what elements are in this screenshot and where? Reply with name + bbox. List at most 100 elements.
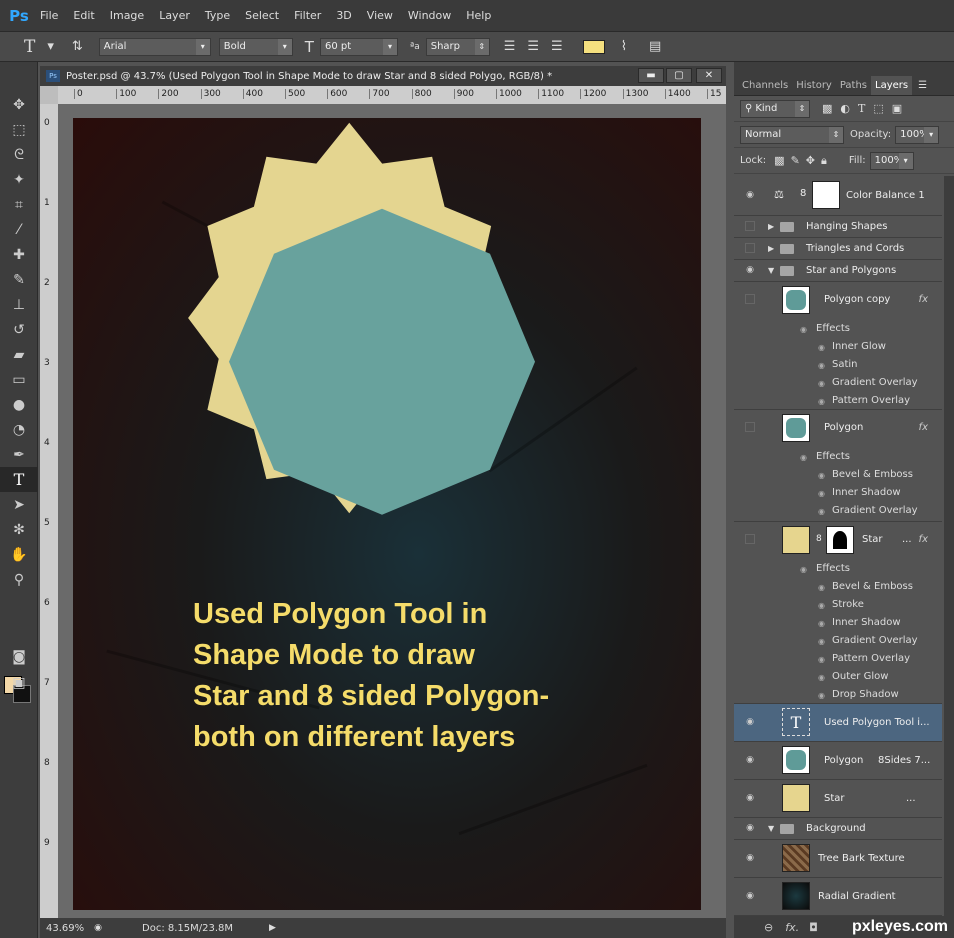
- text-orientation-icon[interactable]: ⇅: [72, 39, 83, 54]
- effect-item[interactable]: Gradient Overlay: [832, 505, 918, 516]
- visibility-eye-icon[interactable]: ◉: [744, 265, 756, 275]
- visibility-eye-icon[interactable]: ◉: [744, 755, 756, 765]
- link-layers-icon[interactable]: ⊖: [764, 921, 773, 934]
- ruler-origin[interactable]: [40, 86, 58, 104]
- tab-history[interactable]: History: [792, 76, 836, 95]
- layer-polygon-8sides[interactable]: ◉ Polygon 8Sides 7...: [734, 742, 942, 780]
- screen-mode-icon[interactable]: ▣: [0, 670, 38, 695]
- lasso-tool-icon[interactable]: ᘓ: [0, 142, 38, 167]
- marquee-tool-icon[interactable]: ⬚: [0, 117, 38, 142]
- visibility-eye-icon[interactable]: ◉: [744, 823, 756, 833]
- collapse-arrow-icon[interactable]: ▼: [768, 824, 774, 833]
- dodge-tool-icon[interactable]: ◔: [0, 417, 38, 442]
- octagon-polygon-shape[interactable]: [229, 208, 535, 515]
- align-center-icon[interactable]: ☰: [527, 39, 539, 54]
- eyedropper-tool-icon[interactable]: ⁄: [0, 217, 38, 242]
- effect-visibility-icon[interactable]: ◉: [800, 453, 807, 462]
- effect-visibility-icon[interactable]: ◉: [818, 343, 825, 352]
- warp-text-icon[interactable]: ⌇: [621, 39, 627, 54]
- effect-item[interactable]: Inner Shadow: [832, 487, 901, 498]
- hand-tool-icon[interactable]: ✋: [0, 542, 38, 567]
- layer-text-selected[interactable]: ◉ T Used Polygon Tool i...: [734, 704, 942, 742]
- dropdown-arrow-icon[interactable]: ▾: [47, 39, 54, 54]
- layer-thumbnail[interactable]: [782, 746, 810, 774]
- layer-color-balance[interactable]: ◉ ⚖ 8 Color Balance 1: [734, 176, 942, 216]
- menu-window[interactable]: Window: [408, 9, 451, 22]
- maximize-icon[interactable]: ▢: [666, 68, 692, 83]
- poster-text-block[interactable]: Used Polygon Tool in Shape Mode to draw …: [193, 594, 693, 758]
- brush-tool-icon[interactable]: ✎: [0, 267, 38, 292]
- clone-stamp-tool-icon[interactable]: ⊥: [0, 292, 38, 317]
- vector-mask-thumbnail[interactable]: [826, 526, 854, 554]
- crop-tool-icon[interactable]: ⌗: [0, 192, 38, 217]
- tab-paths[interactable]: Paths: [836, 76, 871, 95]
- effect-item[interactable]: Satin: [832, 359, 858, 370]
- effect-visibility-icon[interactable]: ◉: [818, 673, 825, 682]
- expand-arrow-icon[interactable]: ▶: [768, 244, 774, 253]
- visibility-toggle[interactable]: [745, 294, 755, 304]
- effect-item[interactable]: Stroke: [832, 599, 864, 610]
- opacity-input[interactable]: 100% ▾: [895, 125, 940, 144]
- type-layer-thumbnail[interactable]: T: [782, 708, 810, 736]
- quick-mask-icon[interactable]: ◙: [0, 644, 38, 669]
- layers-scrollbar[interactable]: [944, 176, 954, 916]
- add-style-icon[interactable]: fx.: [785, 921, 799, 934]
- layer-tree-bark[interactable]: ◉ Tree Bark Texture: [734, 840, 942, 878]
- effect-visibility-icon[interactable]: ◉: [818, 619, 825, 628]
- pen-tool-icon[interactable]: ✒: [0, 442, 38, 467]
- filter-pixel-icon[interactable]: ▩: [822, 102, 832, 115]
- layer-radial-gradient[interactable]: ◉ Radial Gradient: [734, 878, 942, 916]
- close-icon[interactable]: ✕: [696, 68, 722, 83]
- effect-item[interactable]: Gradient Overlay: [832, 635, 918, 646]
- visibility-eye-icon[interactable]: ◉: [744, 853, 756, 863]
- visibility-toggle[interactable]: [745, 243, 755, 253]
- text-color-swatch[interactable]: [582, 39, 605, 54]
- antialias-select[interactable]: Sharp ⇕: [425, 37, 490, 56]
- group-background[interactable]: ◉ ▼ Background: [734, 818, 942, 840]
- tab-channels[interactable]: Channels: [738, 76, 792, 95]
- filter-type-icon[interactable]: T: [858, 102, 865, 115]
- filter-smart-object-icon[interactable]: ▣: [892, 102, 902, 115]
- effect-visibility-icon[interactable]: ◉: [800, 565, 807, 574]
- expand-arrow-icon[interactable]: ▶: [768, 222, 774, 231]
- menu-help[interactable]: Help: [466, 9, 491, 22]
- custom-shape-tool-icon[interactable]: ✻: [0, 517, 38, 542]
- effect-visibility-icon[interactable]: ◉: [818, 379, 825, 388]
- type-tool-icon[interactable]: T: [0, 467, 38, 492]
- blur-tool-icon[interactable]: ●: [0, 392, 38, 417]
- effect-item[interactable]: Bevel & Emboss: [832, 581, 913, 592]
- minimize-icon[interactable]: ▬: [638, 68, 664, 83]
- menu-3d[interactable]: 3D: [336, 9, 351, 22]
- status-menu-arrow-icon[interactable]: ▶: [269, 923, 276, 933]
- menu-view[interactable]: View: [367, 9, 393, 22]
- effect-item[interactable]: Bevel & Emboss: [832, 469, 913, 480]
- effect-visibility-icon[interactable]: ◉: [800, 325, 807, 334]
- tab-layers[interactable]: Layers: [871, 76, 913, 95]
- move-tool-icon[interactable]: ✥: [0, 92, 38, 117]
- effect-item[interactable]: Pattern Overlay: [832, 395, 910, 406]
- effect-visibility-icon[interactable]: ◉: [818, 601, 825, 610]
- layer-thumbnail[interactable]: [782, 526, 810, 554]
- layer-thumbnail[interactable]: [782, 844, 810, 872]
- menu-type[interactable]: Type: [205, 9, 230, 22]
- effect-item[interactable]: Drop Shadow: [832, 689, 899, 700]
- effect-item[interactable]: Inner Shadow: [832, 617, 901, 628]
- add-mask-icon[interactable]: ◘: [809, 921, 818, 934]
- menu-image[interactable]: Image: [110, 9, 144, 22]
- type-tool-preset-icon[interactable]: T: [24, 37, 35, 57]
- fill-input[interactable]: 100% ▾: [869, 151, 914, 170]
- horizontal-ruler[interactable]: 0 100 200 300 400 500 600 700 800 900 1000 1100 1200…: [58, 86, 726, 104]
- character-panel-icon[interactable]: ▤: [649, 39, 661, 54]
- lock-brush-icon[interactable]: ✎: [791, 154, 800, 167]
- visibility-toggle[interactable]: [745, 221, 755, 231]
- effect-visibility-icon[interactable]: ◉: [818, 583, 825, 592]
- group-triangles-cords[interactable]: ▶ Triangles and Cords: [734, 238, 942, 260]
- poster-canvas[interactable]: Used Polygon Tool in Shape Mode to draw …: [73, 118, 701, 910]
- effect-visibility-icon[interactable]: ◉: [818, 397, 825, 406]
- effect-item[interactable]: Pattern Overlay: [832, 653, 910, 664]
- collapse-arrow-icon[interactable]: ▼: [768, 266, 774, 275]
- layer-thumbnail[interactable]: [782, 286, 810, 314]
- visibility-eye-icon[interactable]: ◉: [744, 793, 756, 803]
- healing-brush-tool-icon[interactable]: ✚: [0, 242, 38, 267]
- effect-visibility-icon[interactable]: ◉: [818, 471, 825, 480]
